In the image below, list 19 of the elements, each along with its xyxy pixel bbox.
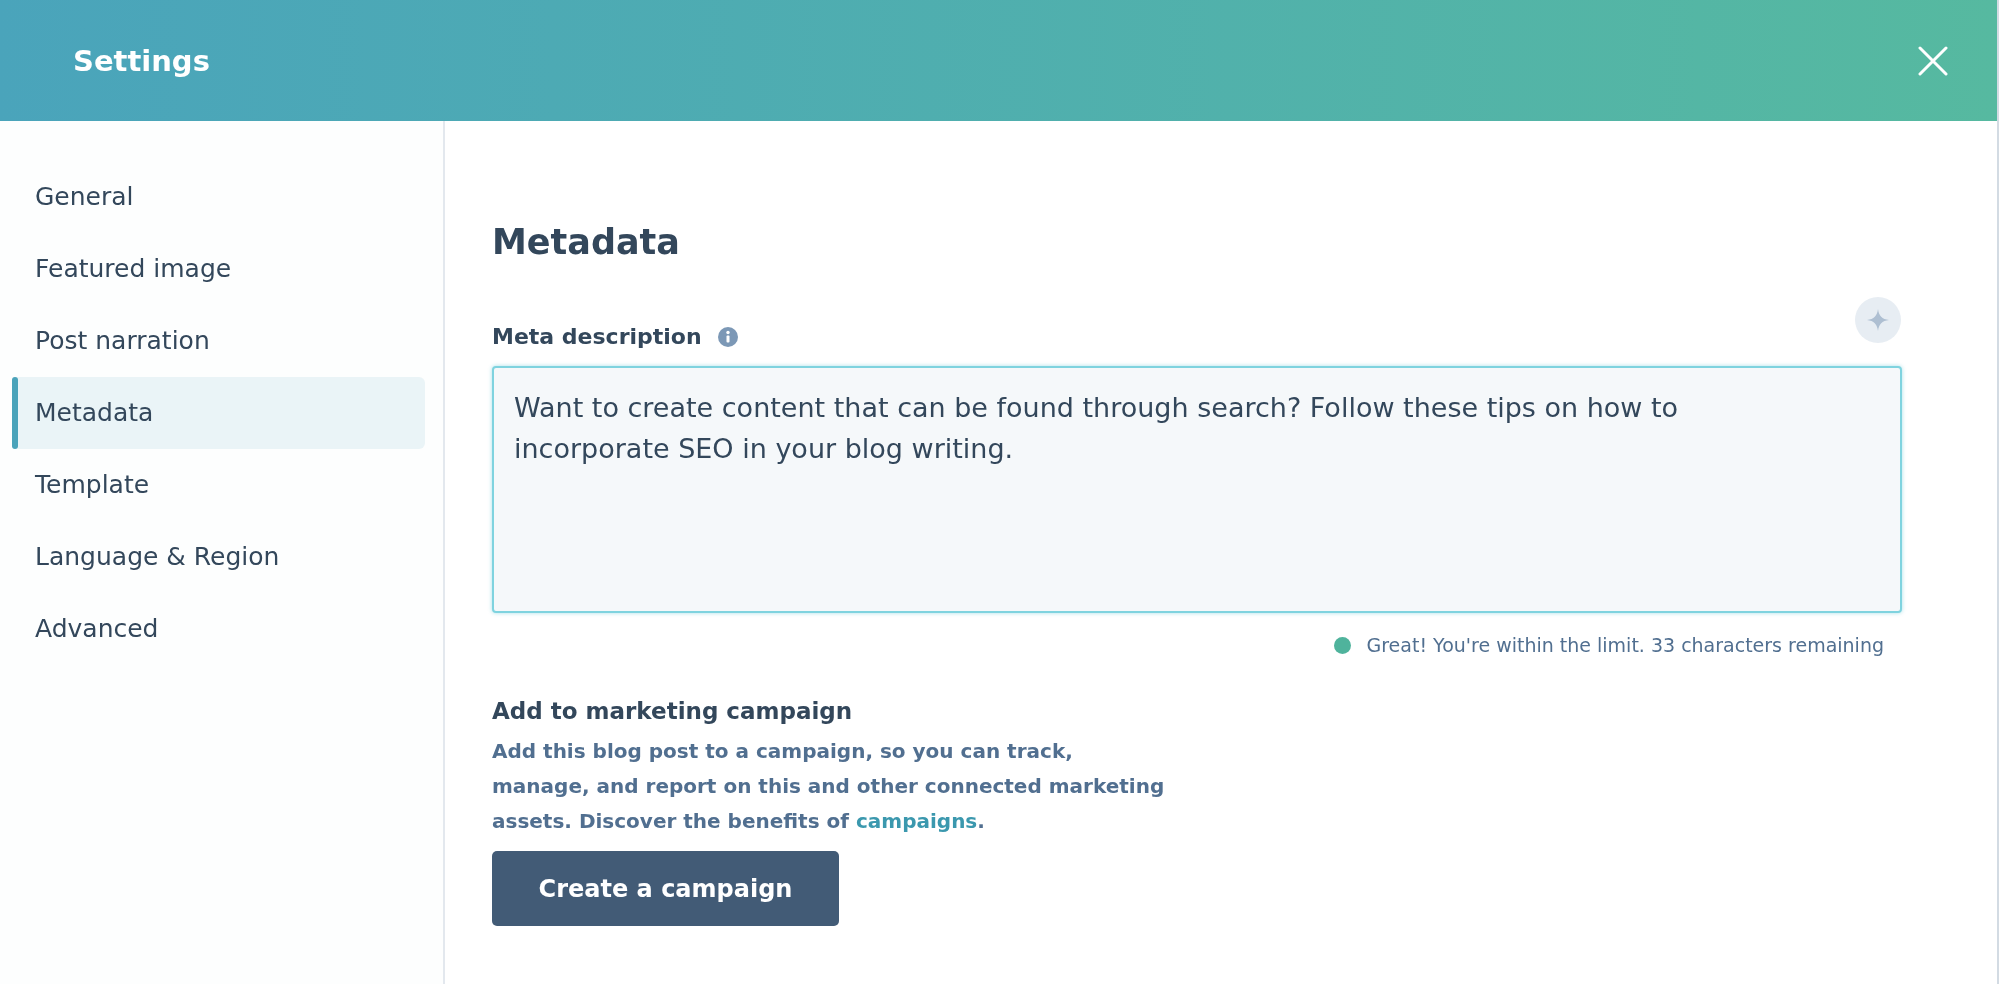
campaign-heading: Add to marketing campaign [492, 697, 854, 726]
info-icon[interactable] [717, 327, 738, 347]
campaign-description: Add this blog post to a campaign, so you can track, manage, and report on this and other connected marketing assets. Discover the benefits of campaigns. [492, 738, 1166, 835]
close-icon [1918, 45, 1948, 76]
sidebar-item[interactable]: Post narration [12, 305, 425, 377]
meta-description-field[interactable]: Want to create content that can be found through search? Follow these tips on how to incorporate SEO in your blog writing. [492, 366, 1902, 613]
sidebar-item[interactable]: Featured image [12, 233, 425, 305]
create-campaign-button[interactable]: Create a campaign [492, 851, 839, 926]
sidebar-item[interactable]: Advanced [12, 593, 425, 665]
sidebar-item[interactable]: Template [12, 449, 425, 521]
window-title: Settings [73, 42, 210, 79]
section-heading: Metadata [492, 222, 681, 262]
sparkle-icon [1866, 308, 1890, 332]
sidebar-item[interactable]: Metadata [12, 377, 425, 449]
sparkle-button[interactable] [1855, 297, 1901, 343]
sidebar-item[interactable]: Language & Region [12, 521, 425, 593]
character-count-status: Great! You're within the limit. 33 characters remaining [1366, 633, 1884, 657]
field-label: Meta description [492, 323, 702, 351]
sidebar-item[interactable]: General [12, 161, 425, 233]
